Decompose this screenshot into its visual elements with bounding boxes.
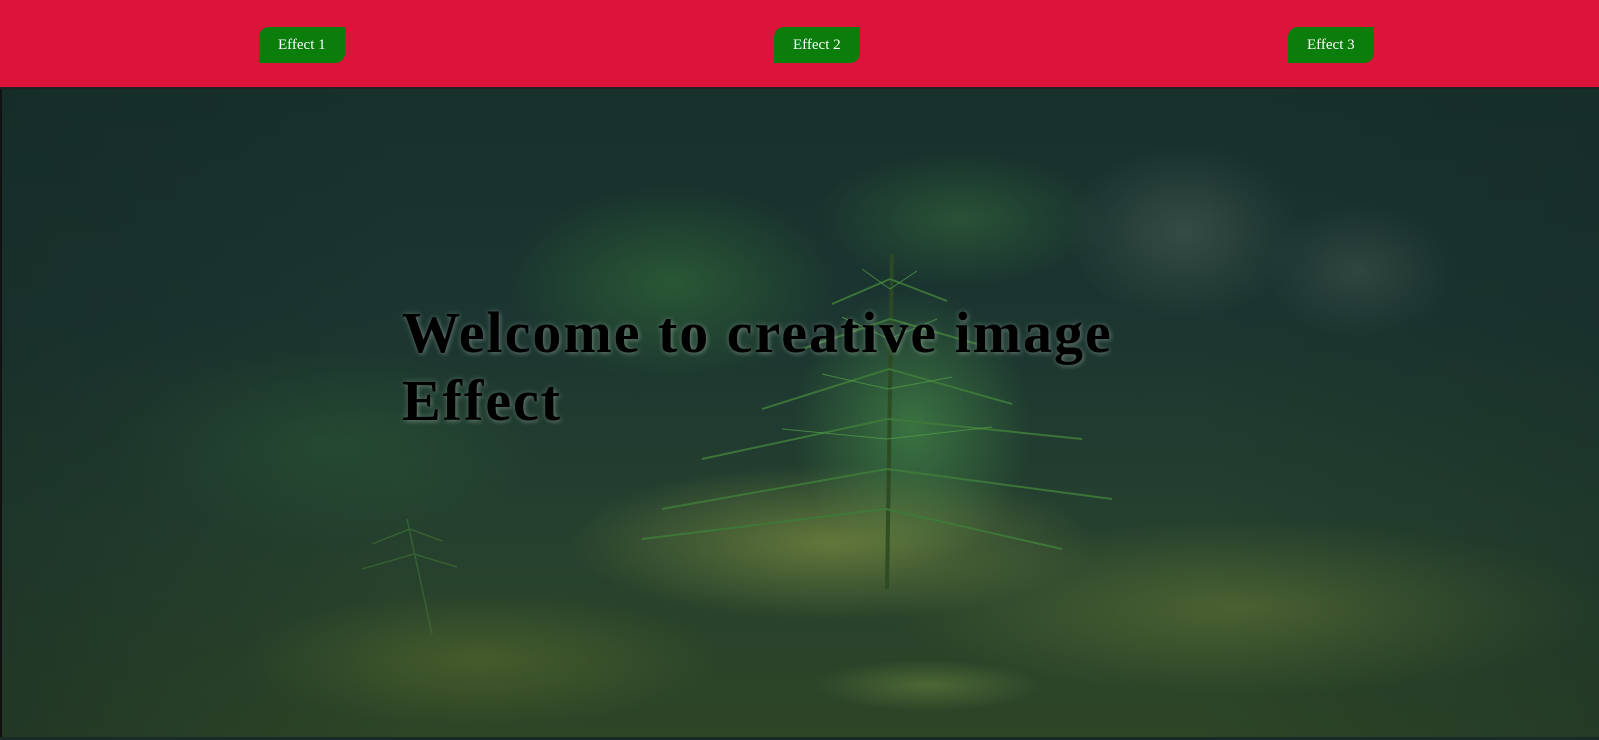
hero-section: Welcome to creative image Effect bbox=[0, 89, 1599, 737]
effect-1-button[interactable]: Effect 1 bbox=[259, 27, 345, 63]
effect-2-button[interactable]: Effect 2 bbox=[774, 27, 860, 63]
hero-headline: Welcome to creative image Effect bbox=[402, 300, 1113, 433]
effect-3-button[interactable]: Effect 3 bbox=[1288, 27, 1374, 63]
top-navbar: Effect 1 Effect 2 Effect 3 bbox=[0, 0, 1599, 89]
